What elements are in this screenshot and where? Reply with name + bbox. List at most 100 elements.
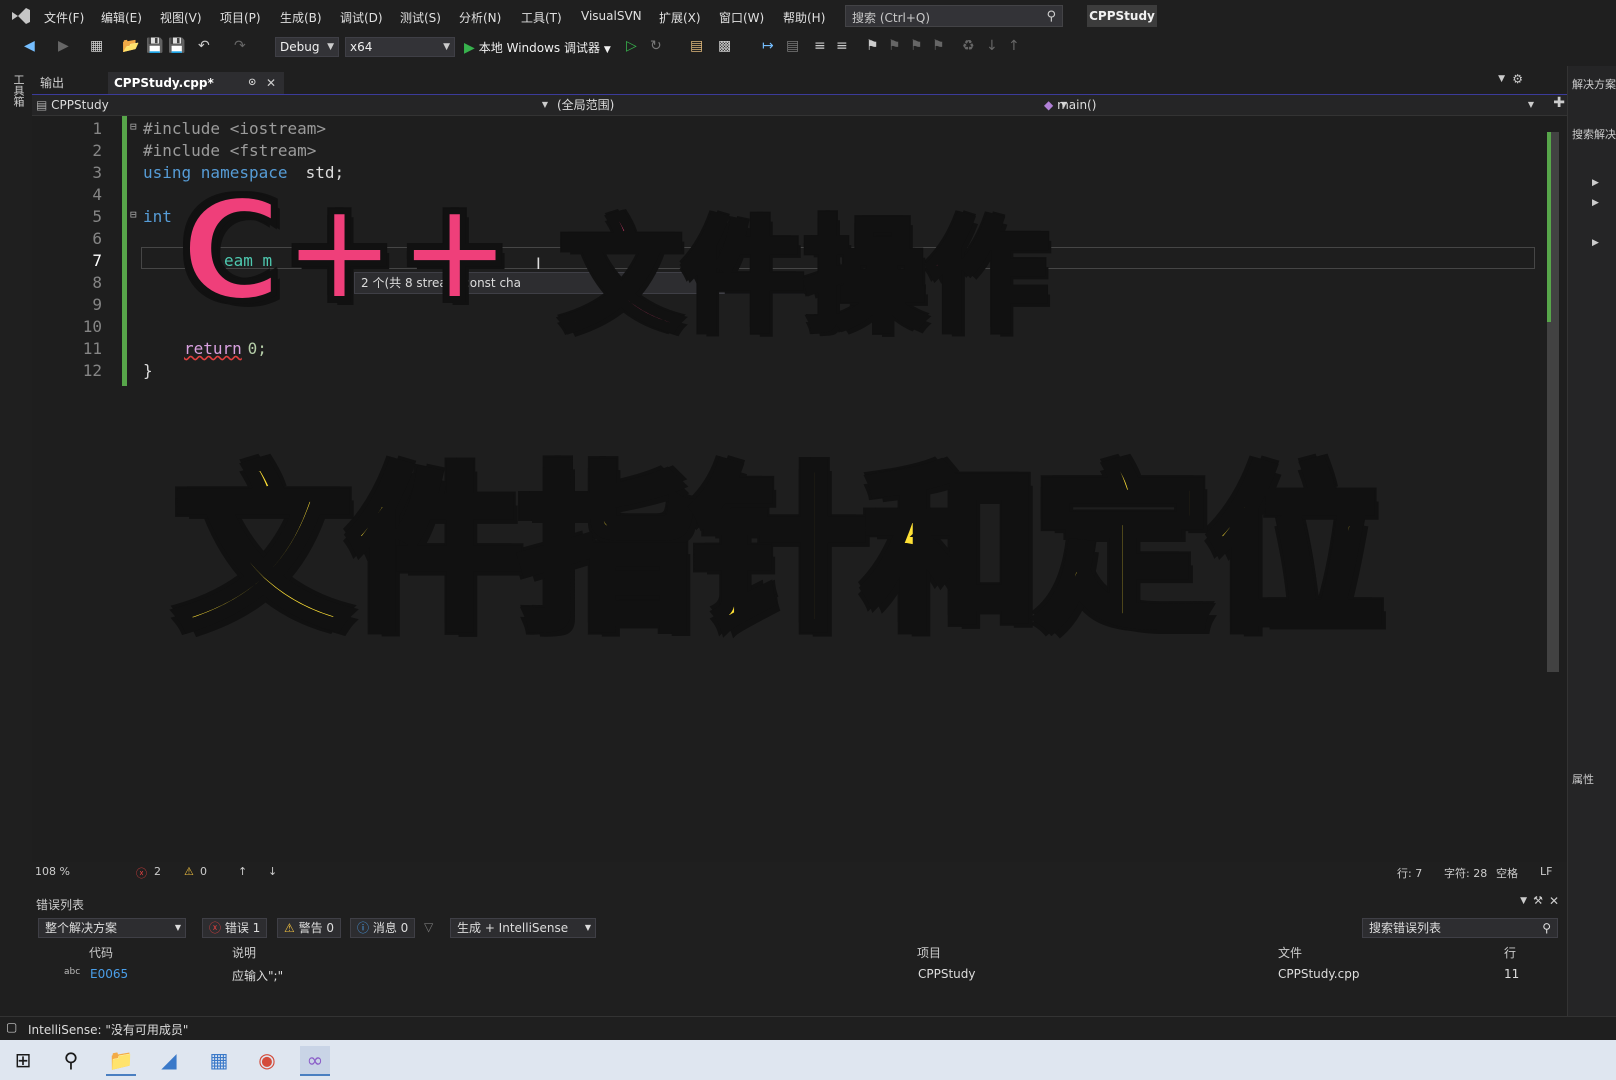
expand-icon[interactable]: ▶ — [1592, 238, 1599, 248]
split-icon[interactable]: ✚ — [1553, 95, 1565, 111]
scope-dropdown[interactable]: 整个解决方案 ▼ — [38, 918, 186, 938]
windows-start-icon[interactable]: ⊞ — [8, 1046, 38, 1074]
warning-count[interactable]: 0 — [200, 865, 207, 878]
bookmark-next-icon[interactable]: ⚑ — [910, 38, 923, 54]
redo-icon[interactable]: ↷ — [234, 38, 246, 54]
line-ending[interactable]: LF — [1540, 865, 1552, 878]
error-count[interactable]: 2 — [154, 865, 161, 878]
menu-view[interactable]: 视图(V) — [160, 9, 202, 26]
code-line-12: } — [143, 361, 153, 380]
warning-icon[interactable]: ⚠ — [184, 865, 194, 878]
svn-icon[interactable]: ♻ — [962, 38, 975, 54]
menu-tools[interactable]: 工具(T) — [521, 9, 562, 26]
save-all-icon[interactable]: 💾 — [168, 38, 185, 54]
config-dropdown[interactable]: Debug ▼ — [275, 37, 339, 57]
toolbox-strip[interactable]: 工具箱 — [0, 66, 30, 1016]
close-icon[interactable]: ✕ — [266, 72, 276, 94]
pin-icon[interactable]: ⊙ — [248, 72, 256, 94]
visual-studio-logo-icon[interactable] — [10, 6, 32, 26]
close-icon[interactable]: ✕ — [1549, 894, 1559, 908]
expand-icon[interactable]: ▶ — [1592, 178, 1599, 188]
comment-icon[interactable]: ≡ — [814, 38, 826, 54]
menu-file[interactable]: 文件(F) — [44, 9, 84, 26]
scrollbar-change-marker — [1547, 132, 1551, 322]
vertical-scrollbar[interactable] — [1547, 122, 1559, 862]
menu-edit[interactable]: 编辑(E) — [101, 9, 142, 26]
errors-filter-button[interactable]: ⓧ 错误 1 — [202, 918, 268, 938]
solution-explorer-label[interactable]: 解决方案 — [1572, 76, 1616, 92]
calculator-icon[interactable]: ▦ — [204, 1046, 234, 1074]
undo-icon[interactable]: ↶ — [198, 38, 210, 54]
solution-explorer-icon[interactable]: ▤ — [690, 38, 703, 54]
layout-icon[interactable]: ▩ — [718, 38, 731, 54]
new-project-icon[interactable]: ▦ — [90, 38, 103, 54]
menu-extensions[interactable]: 扩展(X) — [659, 9, 701, 26]
arrow-up-icon[interactable]: ↑ — [1008, 38, 1020, 54]
filter-icon[interactable]: ▽ — [424, 920, 433, 934]
start-debugging-button[interactable]: ▶ 本地 Windows 调试器 ▼ — [464, 39, 611, 56]
forward-icon[interactable]: ▶ — [58, 38, 69, 54]
column-header-code[interactable]: 代码 — [89, 944, 113, 961]
error-icon[interactable]: ⓧ — [136, 865, 147, 881]
line-number: 10 — [82, 317, 102, 336]
back-icon[interactable]: ◀ — [24, 38, 35, 54]
expand-icon[interactable]: ▶ — [1592, 198, 1599, 208]
save-icon[interactable]: 💾 — [146, 38, 163, 54]
error-search-input[interactable]: 搜索错误列表 ⚲ — [1362, 918, 1558, 938]
build-filter-dropdown[interactable]: 生成 + IntelliSense ▼ — [450, 918, 596, 938]
output-icon[interactable]: ▢ — [6, 1020, 17, 1034]
gear-icon[interactable]: ⚙ — [1512, 72, 1523, 86]
properties-label[interactable]: 属性 — [1572, 771, 1594, 787]
search-input[interactable]: 搜索 (Ctrl+Q) ⚲ — [845, 5, 1063, 27]
file-explorer-icon[interactable]: 📁 — [106, 1046, 136, 1076]
menu-debug[interactable]: 调试(D) — [340, 9, 383, 26]
collapse-icon[interactable]: ⊟ — [130, 208, 137, 221]
zoom-level[interactable]: 108 % — [35, 865, 70, 878]
collapse-icon[interactable]: ⊟ — [130, 120, 137, 133]
menu-visualsvn[interactable]: VisualSVN — [581, 9, 642, 23]
error-code[interactable]: E0065 — [90, 967, 128, 981]
scope-dropdown[interactable]: (全局范围) ▼ — [557, 95, 1067, 115]
solution-name-badge[interactable]: CPPStudy — [1087, 5, 1157, 27]
chrome-icon[interactable]: ◉ — [252, 1046, 282, 1074]
menu-build[interactable]: 生成(B) — [280, 9, 322, 26]
format-icon[interactable]: ▤ — [786, 38, 799, 54]
menu-project[interactable]: 项目(P) — [220, 9, 261, 26]
menu-help[interactable]: 帮助(H) — [783, 9, 825, 26]
solution-search-input[interactable]: 搜索解决 — [1572, 126, 1616, 142]
chevron-down-icon[interactable]: ▼ — [1520, 896, 1527, 906]
messages-filter-label: 消息 0 — [372, 921, 409, 935]
step-icon[interactable]: ↦ — [762, 38, 774, 54]
tab-cppstudy-cpp[interactable]: CPPStudy.cpp* ⊙ ✕ — [108, 72, 284, 94]
bookmark-prev-icon[interactable]: ⚑ — [888, 38, 901, 54]
chevron-down-icon[interactable]: ▼ — [1498, 74, 1505, 84]
platform-dropdown[interactable]: x64 ▼ — [345, 37, 455, 57]
arrow-up-icon[interactable]: ↑ — [238, 865, 247, 878]
menu-window[interactable]: 窗口(W) — [719, 9, 764, 26]
column-header-line[interactable]: 行 — [1504, 944, 1516, 961]
messages-filter-button[interactable]: ⓘ 消息 0 — [350, 918, 416, 938]
indent-mode[interactable]: 空格 — [1496, 865, 1518, 881]
search-icon[interactable]: ⚲ — [56, 1046, 86, 1074]
tab-output[interactable]: 输出 — [34, 72, 70, 94]
open-file-icon[interactable]: 📂 — [122, 38, 139, 54]
uncomment-icon[interactable]: ≡ — [836, 38, 848, 54]
column-header-description[interactable]: 说明 — [232, 944, 256, 961]
pin-icon[interactable]: ⚒ — [1533, 894, 1543, 907]
warnings-filter-label: 警告 0 — [298, 921, 335, 935]
project-dropdown[interactable]: ▤ CPPStudy ▼ — [36, 95, 548, 115]
column-header-project[interactable]: 项目 — [917, 944, 941, 961]
bookmark-icon[interactable]: ⚑ — [866, 38, 879, 54]
member-dropdown[interactable]: ◆ main() ▼ — [1044, 95, 1534, 115]
column-header-file[interactable]: 文件 — [1278, 944, 1302, 961]
arrow-down-icon[interactable]: ↓ — [268, 865, 277, 878]
visual-studio-taskbar-icon[interactable]: ∞ — [300, 1046, 330, 1076]
hot-reload-icon[interactable]: ↻ — [650, 38, 662, 54]
app-icon[interactable]: ◢ — [154, 1046, 184, 1074]
arrow-down-icon[interactable]: ↓ — [986, 38, 998, 54]
menu-analyze[interactable]: 分析(N) — [459, 9, 501, 26]
warnings-filter-button[interactable]: ⚠ 警告 0 — [277, 918, 342, 938]
menu-test[interactable]: 测试(S) — [400, 9, 441, 26]
start-without-debugging-icon[interactable]: ▷ — [626, 38, 637, 54]
bookmark-clear-icon[interactable]: ⚑ — [932, 38, 945, 54]
